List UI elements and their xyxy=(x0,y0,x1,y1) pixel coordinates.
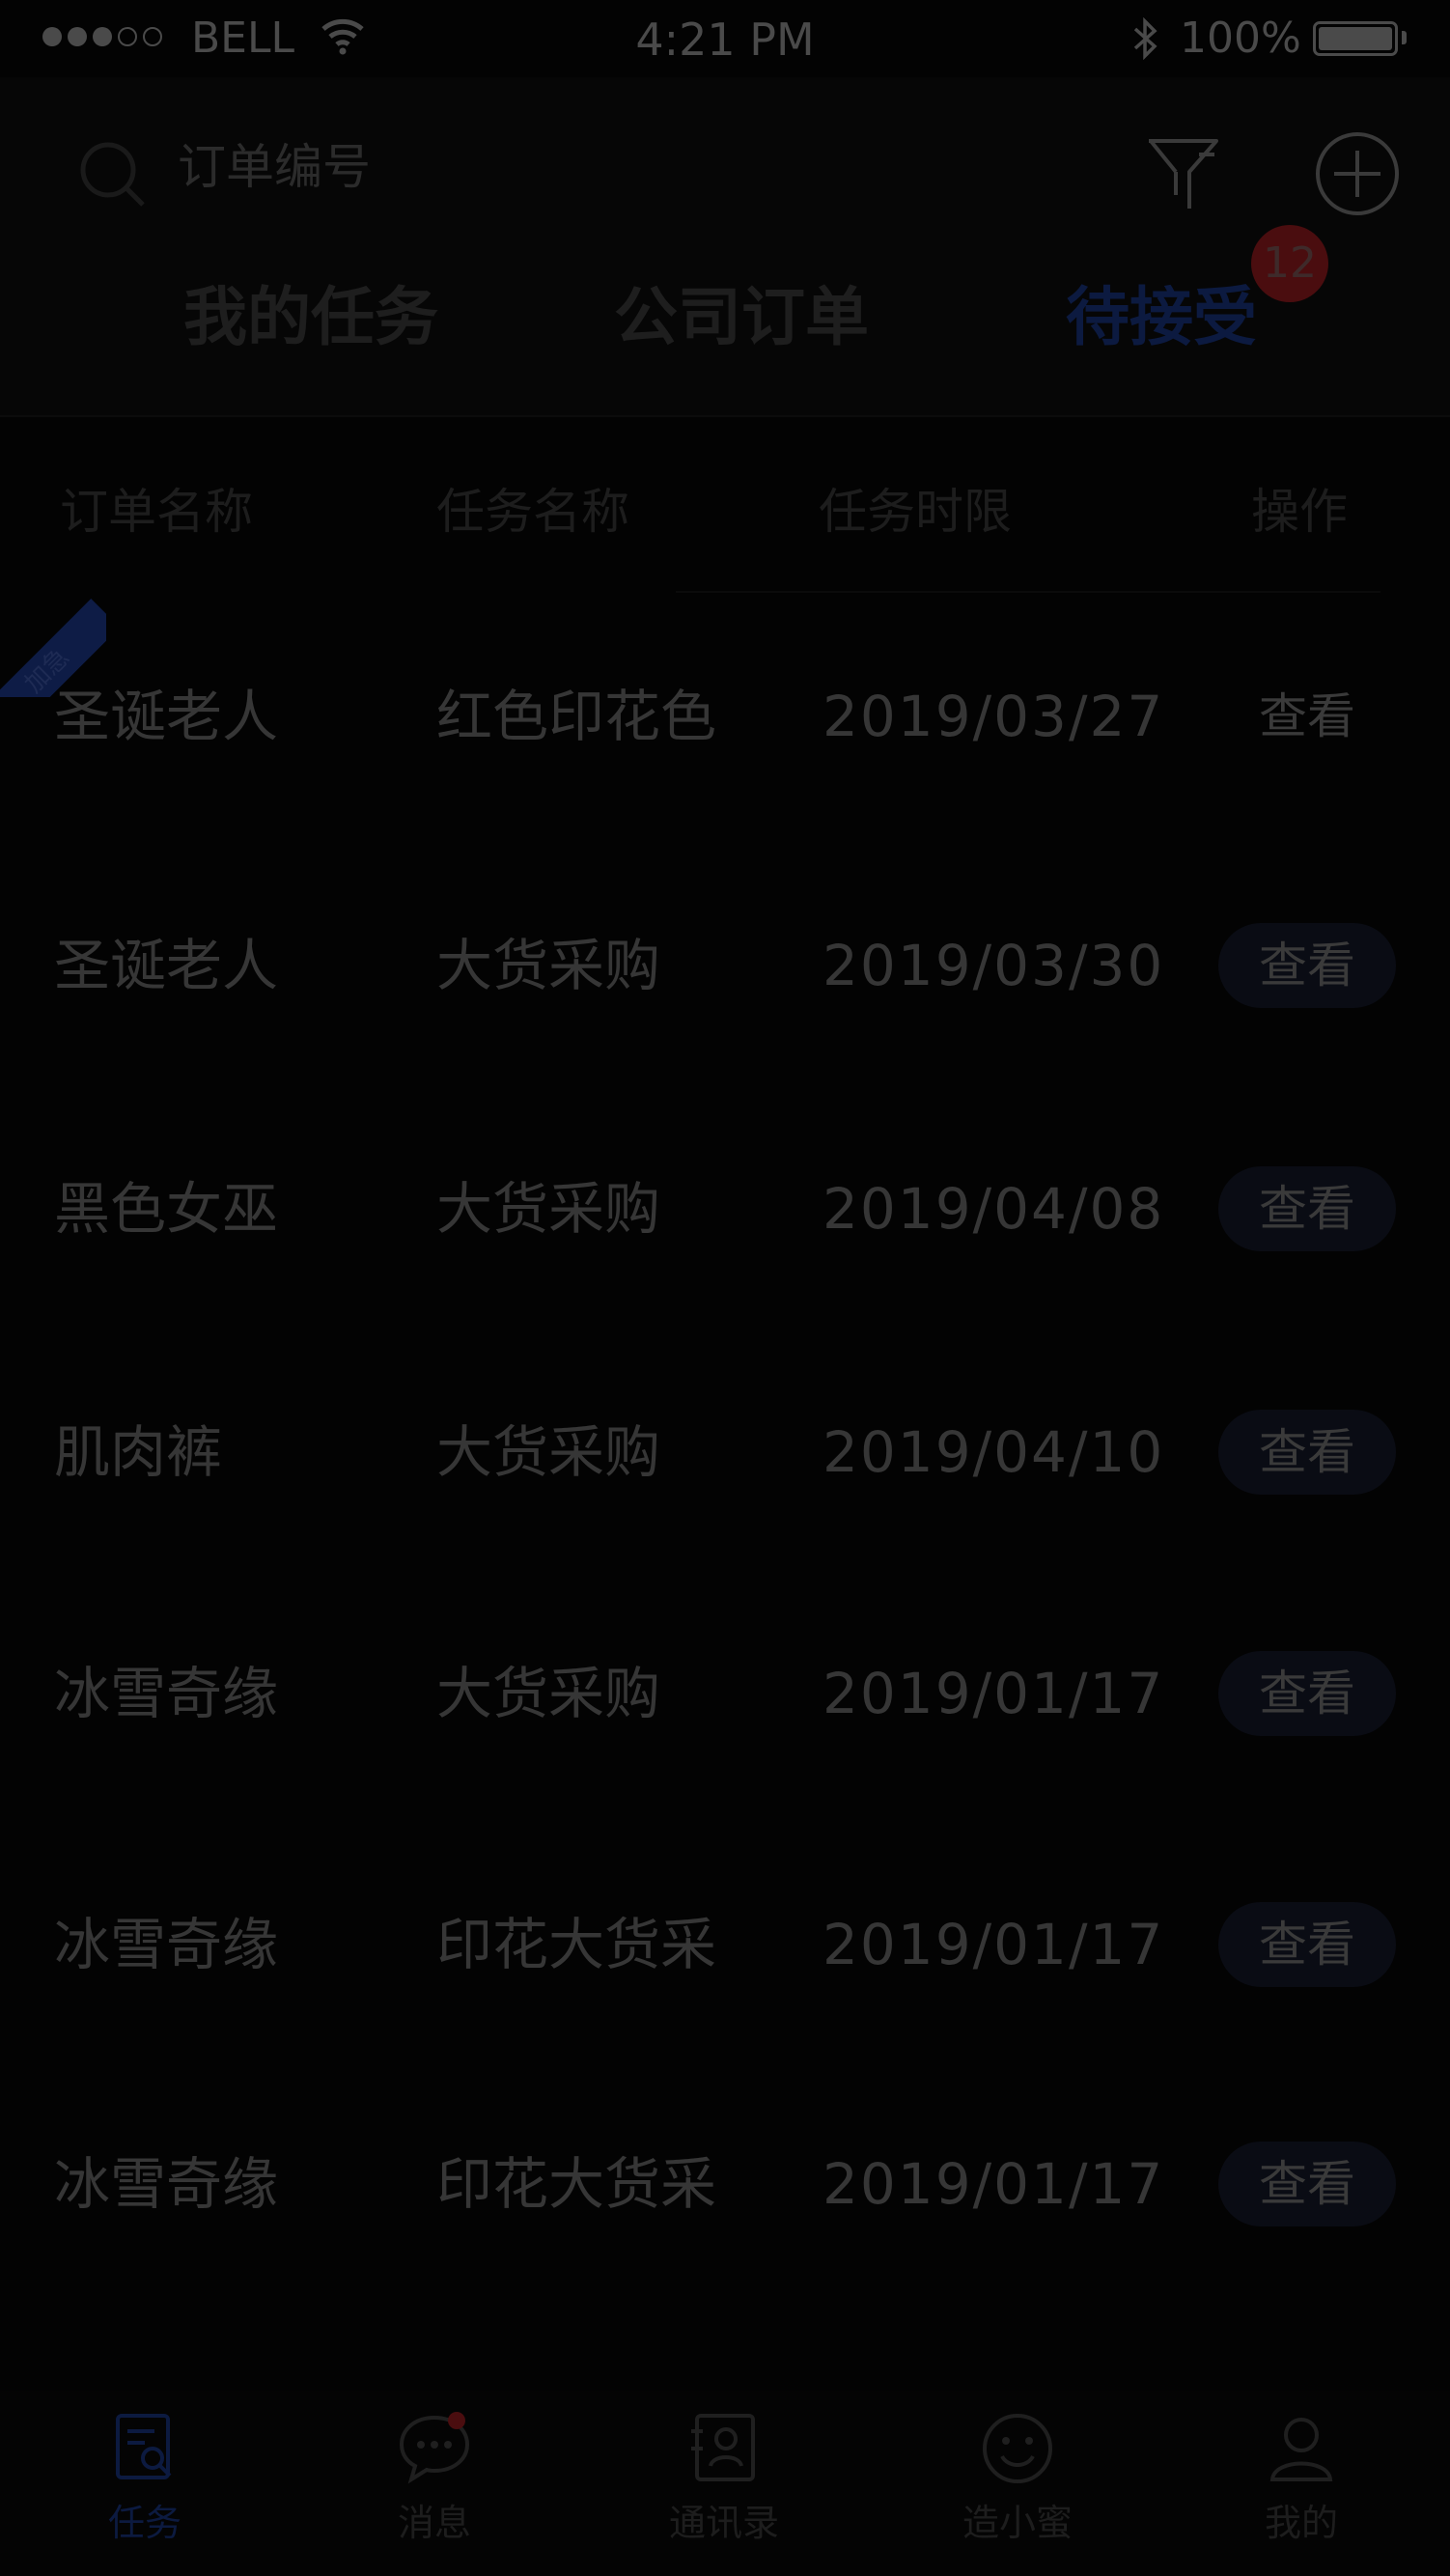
nav-label-me: 我的 xyxy=(1264,2502,1338,2544)
view-button[interactable]: 查看 xyxy=(1218,1902,1396,1987)
pending-count-badge: 12 xyxy=(1251,225,1328,302)
battery-icon xyxy=(1313,21,1398,56)
nav-item-me[interactable]: 我的 xyxy=(1205,2410,1398,2564)
view-button[interactable]: 查看 xyxy=(1218,1166,1396,1251)
table-row[interactable]: 冰雪奇缘 大货采购 2019/01/17 查看 xyxy=(0,1645,1450,1742)
order-name-cell: 黑色女巫 xyxy=(54,1176,279,1242)
smile-icon xyxy=(983,2414,1052,2483)
header: 我的任务 公司订单 待接受 12 xyxy=(0,77,1450,417)
tab-pending-accept[interactable]: 待接受 xyxy=(1066,266,1257,354)
nav-item-messages[interactable]: 消息 xyxy=(338,2410,531,2564)
search-input[interactable] xyxy=(178,139,853,195)
order-name-cell: 冰雪奇缘 xyxy=(54,2151,279,2217)
nav-label-tasks: 任务 xyxy=(107,2502,181,2544)
deadline-cell: 2019/01/17 xyxy=(823,1912,1165,1977)
table-row[interactable]: 冰雪奇缘 印花大货采 2019/01/17 查看 xyxy=(0,2136,1450,2232)
tab-my-tasks[interactable]: 我的任务 xyxy=(183,266,438,354)
deadline-cell: 2019/04/10 xyxy=(823,1419,1165,1485)
task-name-cell: 大货采购 xyxy=(436,1419,661,1485)
battery-percentage: 100% xyxy=(1180,14,1301,63)
nav-label-assistant: 造小蜜 xyxy=(962,2502,1073,2544)
deadline-cell: 2019/01/17 xyxy=(823,2151,1165,2217)
task-name-cell: 印花大货采 xyxy=(436,1912,717,1977)
table-row[interactable]: 冰雪奇缘 印花大货采 2019/01/17 查看 xyxy=(0,1896,1450,1993)
nav-label-contacts: 通讯录 xyxy=(668,2502,779,2544)
bluetooth-icon xyxy=(1133,17,1157,60)
task-name-cell: 红色印花色 xyxy=(436,684,717,749)
add-icon[interactable] xyxy=(1313,129,1402,218)
task-name-cell: 大货采购 xyxy=(436,933,661,998)
column-header-task-name: 任务名称 xyxy=(436,484,629,540)
view-button[interactable]: 查看 xyxy=(1218,1410,1396,1495)
column-header-order-name: 订单名称 xyxy=(60,484,253,540)
task-name-cell: 大货采购 xyxy=(436,1176,661,1242)
search-icon xyxy=(80,142,145,207)
header-divider xyxy=(676,591,1380,593)
table-row[interactable]: 圣诞老人 红色印花色 2019/03/27 查看 xyxy=(0,668,1450,765)
column-header-action: 操作 xyxy=(1251,484,1348,540)
order-name-cell: 冰雪奇缘 xyxy=(54,1661,279,1726)
tab-company-orders[interactable]: 公司订单 xyxy=(614,266,869,354)
status-bar: BELL 4:21 PM 100% xyxy=(0,0,1450,77)
table-header: 订单名称 任务名称 任务时限 操作 xyxy=(0,473,1450,550)
deadline-cell: 2019/04/08 xyxy=(823,1176,1165,1242)
deadline-cell: 2019/03/30 xyxy=(823,933,1165,998)
nav-label-messages: 消息 xyxy=(397,2502,471,2544)
view-button[interactable]: 查看 xyxy=(1218,923,1396,1008)
nav-item-assistant[interactable]: 造小蜜 xyxy=(921,2410,1114,2564)
bottom-navigation: 任务 消息 通讯录 造小蜜 我的 xyxy=(0,2391,1450,2576)
task-name-cell: 印花大货采 xyxy=(436,2151,717,2217)
deadline-cell: 2019/01/17 xyxy=(823,1661,1165,1726)
user-icon xyxy=(1269,2418,1333,2481)
deadline-cell: 2019/03/27 xyxy=(823,684,1165,749)
filter-icon[interactable] xyxy=(1143,131,1230,218)
tab-bar: 我的任务 公司订单 待接受 12 xyxy=(0,225,1450,391)
contacts-icon xyxy=(691,2414,755,2481)
table-row[interactable]: 黑色女巫 大货采购 2019/04/08 查看 xyxy=(0,1161,1450,1257)
order-name-cell: 圣诞老人 xyxy=(54,933,279,998)
view-button[interactable]: 查看 xyxy=(1218,674,1396,759)
nav-item-tasks[interactable]: 任务 xyxy=(48,2410,241,2564)
nav-item-contacts[interactable]: 通讯录 xyxy=(627,2410,821,2564)
order-name-cell: 肌肉裤 xyxy=(54,1419,223,1485)
view-button[interactable]: 查看 xyxy=(1218,1651,1396,1736)
table-row[interactable]: 肌肉裤 大货采购 2019/04/10 查看 xyxy=(0,1404,1450,1500)
unread-dot xyxy=(448,2412,465,2429)
task-icon xyxy=(116,2414,172,2479)
table-row[interactable]: 圣诞老人 大货采购 2019/03/30 查看 xyxy=(0,917,1450,1014)
column-header-deadline: 任务时限 xyxy=(819,484,1012,540)
task-name-cell: 大货采购 xyxy=(436,1661,661,1726)
view-button[interactable]: 查看 xyxy=(1218,2142,1396,2226)
order-name-cell: 圣诞老人 xyxy=(54,684,279,749)
order-name-cell: 冰雪奇缘 xyxy=(54,1912,279,1977)
battery-cap xyxy=(1402,31,1407,44)
